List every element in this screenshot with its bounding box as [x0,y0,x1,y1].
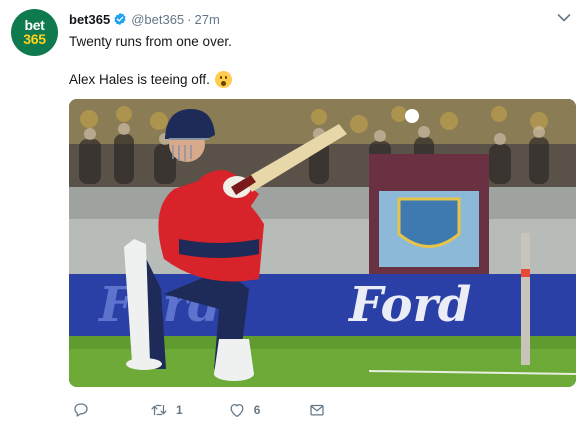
timestamp[interactable]: 27m [195,12,220,27]
author-name[interactable]: bet365 [69,12,110,27]
tweet-media-photo[interactable]: Ford Ford [69,99,576,387]
like-button[interactable]: 6 [228,401,261,419]
tweet-text-line-2: Alex Hales is teeing off. [69,71,232,88]
avatar[interactable]: bet 365 [11,9,58,56]
like-count: 6 [253,403,261,417]
chevron-down-icon[interactable] [557,13,571,23]
direct-message-button[interactable] [308,401,326,419]
cricket-photo: Ford Ford [69,99,576,387]
retweet-icon [151,404,167,416]
heart-icon [230,403,244,418]
verified-badge-icon [114,12,126,26]
tweet: bet 365 bet365 @bet365 · 27m Twenty runs… [0,0,581,426]
retweet-count: 1 [176,403,183,417]
tweet-text-line-2-content: Alex Hales is teeing off. [69,72,210,87]
reply-icon [74,403,88,417]
hushed-face-emoji-icon [214,71,232,88]
separator-dot: · [187,11,192,27]
tweet-actions: 1 6 [69,399,326,421]
avatar-text-365: 365 [23,30,46,47]
envelope-icon [310,404,325,416]
reply-button[interactable] [72,401,90,419]
tweet-text-line-1: Twenty runs from one over. [69,34,232,49]
svg-text:Ford: Ford [347,277,471,333]
retweet-button[interactable]: 1 [150,401,183,419]
tweet-header: bet365 @bet365 · 27m [69,10,220,28]
author-handle[interactable]: @bet365 [131,12,184,27]
